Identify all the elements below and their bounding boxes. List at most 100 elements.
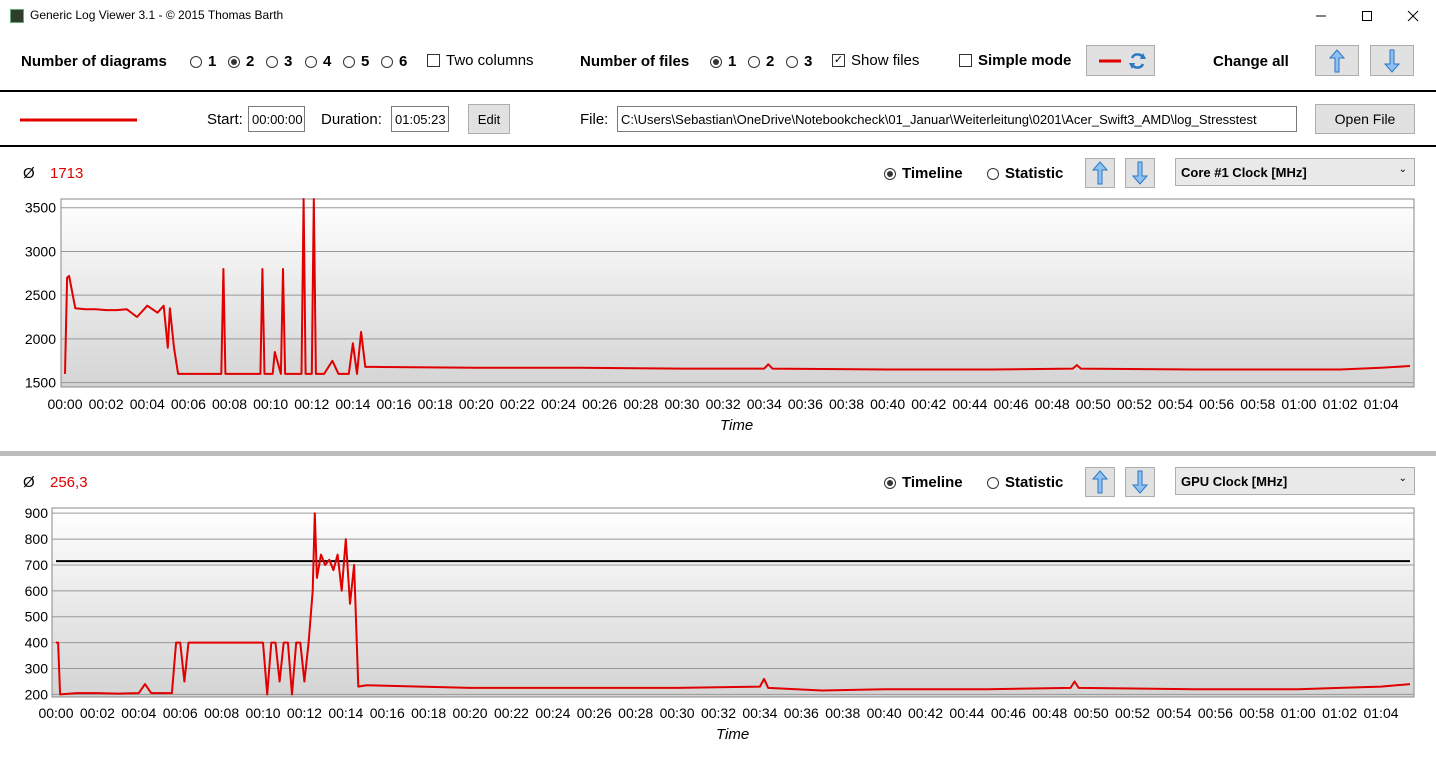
change-all-up-button[interactable] [1315, 45, 1359, 76]
x-tick-label: 00:06 [163, 705, 198, 721]
x-tick-label: 00:28 [618, 705, 653, 721]
x-tick-label: 00:42 [908, 705, 943, 721]
diagram-option-4[interactable]: 4 [305, 53, 331, 70]
x-tick-label: 00:10 [253, 396, 288, 412]
show-files-checkbox[interactable]: ✓ Show files [832, 52, 919, 69]
x-tick-label: 00:46 [994, 396, 1029, 412]
file-option-1[interactable]: 1 [710, 53, 736, 70]
x-tick-label: 00:56 [1199, 396, 1234, 412]
file-path-field[interactable]: C:\Users\Sebastian\OneDrive\Notebookchec… [617, 106, 1297, 132]
x-axis-title: Time [716, 726, 750, 743]
diagram-panel-1: Ø 1713 Timeline Statistic Core #1 Clock … [0, 147, 1436, 451]
file-option-2[interactable]: 2 [748, 53, 774, 70]
x-tick-label: 00:24 [541, 396, 576, 412]
color-refresh-button[interactable] [1086, 45, 1155, 76]
x-tick-label: 00:26 [582, 396, 617, 412]
x-tick-label: 00:04 [130, 396, 165, 412]
radio-icon [190, 55, 202, 68]
x-tick-label: 00:00 [38, 705, 73, 721]
x-tick-label: 00:48 [1032, 705, 1067, 721]
x-tick-label: 00:48 [1035, 396, 1070, 412]
radio-icon [748, 55, 760, 68]
x-tick-label: 00:14 [335, 396, 370, 412]
x-tick-label: 00:00 [47, 396, 82, 412]
x-tick-label: 00:42 [911, 396, 946, 412]
x-tick-label: 00:54 [1156, 705, 1191, 721]
x-tick-label: 00:36 [788, 396, 823, 412]
x-tick-label: 00:54 [1158, 396, 1193, 412]
x-tick-label: 00:14 [328, 705, 363, 721]
change-all-label: Change all [1213, 53, 1289, 70]
y-tick-label: 200 [25, 686, 49, 702]
window-title: Generic Log Viewer 3.1 - © 2015 Thomas B… [30, 8, 284, 22]
x-tick-label: 00:28 [623, 396, 658, 412]
x-tick-label: 00:38 [825, 705, 860, 721]
x-tick-label: 00:46 [991, 705, 1026, 721]
simple-mode-checkbox[interactable]: Simple mode [959, 52, 1071, 69]
close-button[interactable] [1390, 0, 1436, 32]
x-tick-label: 00:50 [1074, 705, 1109, 721]
maximize-button[interactable] [1344, 0, 1390, 32]
y-tick-label: 2000 [25, 331, 56, 347]
file-label: File: [580, 111, 609, 128]
radio-selected-icon [228, 55, 240, 68]
two-columns-checkbox[interactable]: Two columns [427, 52, 534, 69]
x-tick-label: 00:50 [1076, 396, 1111, 412]
maximize-icon [1362, 11, 1372, 21]
x-tick-label: 01:02 [1323, 396, 1358, 412]
y-tick-label: 500 [25, 609, 49, 625]
x-tick-label: 00:52 [1115, 705, 1150, 721]
diagram-option-1[interactable]: 1 [190, 53, 216, 70]
diagram-option-5[interactable]: 5 [343, 53, 369, 70]
num-files-label: Number of files [580, 53, 690, 70]
checkbox-icon [427, 54, 440, 67]
x-tick-label: 00:40 [870, 396, 905, 412]
open-file-button[interactable]: Open File [1315, 104, 1415, 134]
x-tick-label: 01:00 [1281, 396, 1316, 412]
start-field[interactable]: 00:00:00 [248, 106, 305, 132]
x-tick-label: 00:30 [664, 396, 699, 412]
series-line-swatch[interactable] [20, 117, 140, 123]
minimize-icon [1316, 15, 1326, 17]
arrow-up-icon [1329, 48, 1345, 72]
y-tick-label: 800 [25, 531, 49, 547]
radio-selected-icon [710, 55, 722, 68]
x-tick-label: 00:44 [949, 705, 984, 721]
x-tick-label: 00:26 [577, 705, 612, 721]
duration-label: Duration: [321, 111, 382, 128]
x-tick-label: 00:22 [500, 396, 535, 412]
y-tick-label: 300 [25, 661, 49, 677]
x-tick-label: 01:02 [1322, 705, 1357, 721]
x-tick-label: 00:08 [204, 705, 239, 721]
diagram-option-3[interactable]: 3 [266, 53, 292, 70]
x-tick-label: 00:58 [1239, 705, 1274, 721]
x-tick-label: 00:08 [212, 396, 247, 412]
checkmark-icon: ✓ [832, 54, 845, 67]
diagram-option-2[interactable]: 2 [228, 53, 254, 70]
file-row: Start: 00:00:00 Duration: 01:05:23 Edit … [0, 92, 1436, 145]
x-tick-label: 00:24 [535, 705, 570, 721]
radio-icon [266, 55, 278, 68]
arrow-down-icon [1384, 49, 1400, 73]
duration-field[interactable]: 01:05:23 [391, 106, 449, 132]
file-option-3[interactable]: 3 [786, 53, 812, 70]
x-tick-label: 01:00 [1281, 705, 1316, 721]
y-tick-label: 3500 [25, 200, 56, 216]
diagram-option-6[interactable]: 6 [381, 53, 407, 70]
y-tick-label: 900 [25, 505, 49, 521]
x-tick-label: 00:20 [453, 705, 488, 721]
x-tick-label: 00:38 [829, 396, 864, 412]
x-tick-label: 00:18 [418, 396, 453, 412]
chart-gpu-clock: 900 800 700 600 500 400 300 200 00:00 00:02 00:04 0… [25, 505, 1415, 721]
y-tick-label: 3000 [25, 243, 56, 259]
minimize-button[interactable] [1298, 0, 1344, 32]
edit-button[interactable]: Edit [468, 104, 510, 134]
change-all-down-button[interactable] [1370, 45, 1414, 76]
app-icon [10, 9, 24, 23]
x-tick-label: 00:16 [370, 705, 405, 721]
y-tick-label: 2500 [25, 287, 56, 303]
x-tick-label: 01:04 [1364, 396, 1399, 412]
radio-icon [786, 55, 798, 68]
close-icon [1407, 10, 1419, 22]
y-tick-label: 400 [25, 635, 49, 651]
